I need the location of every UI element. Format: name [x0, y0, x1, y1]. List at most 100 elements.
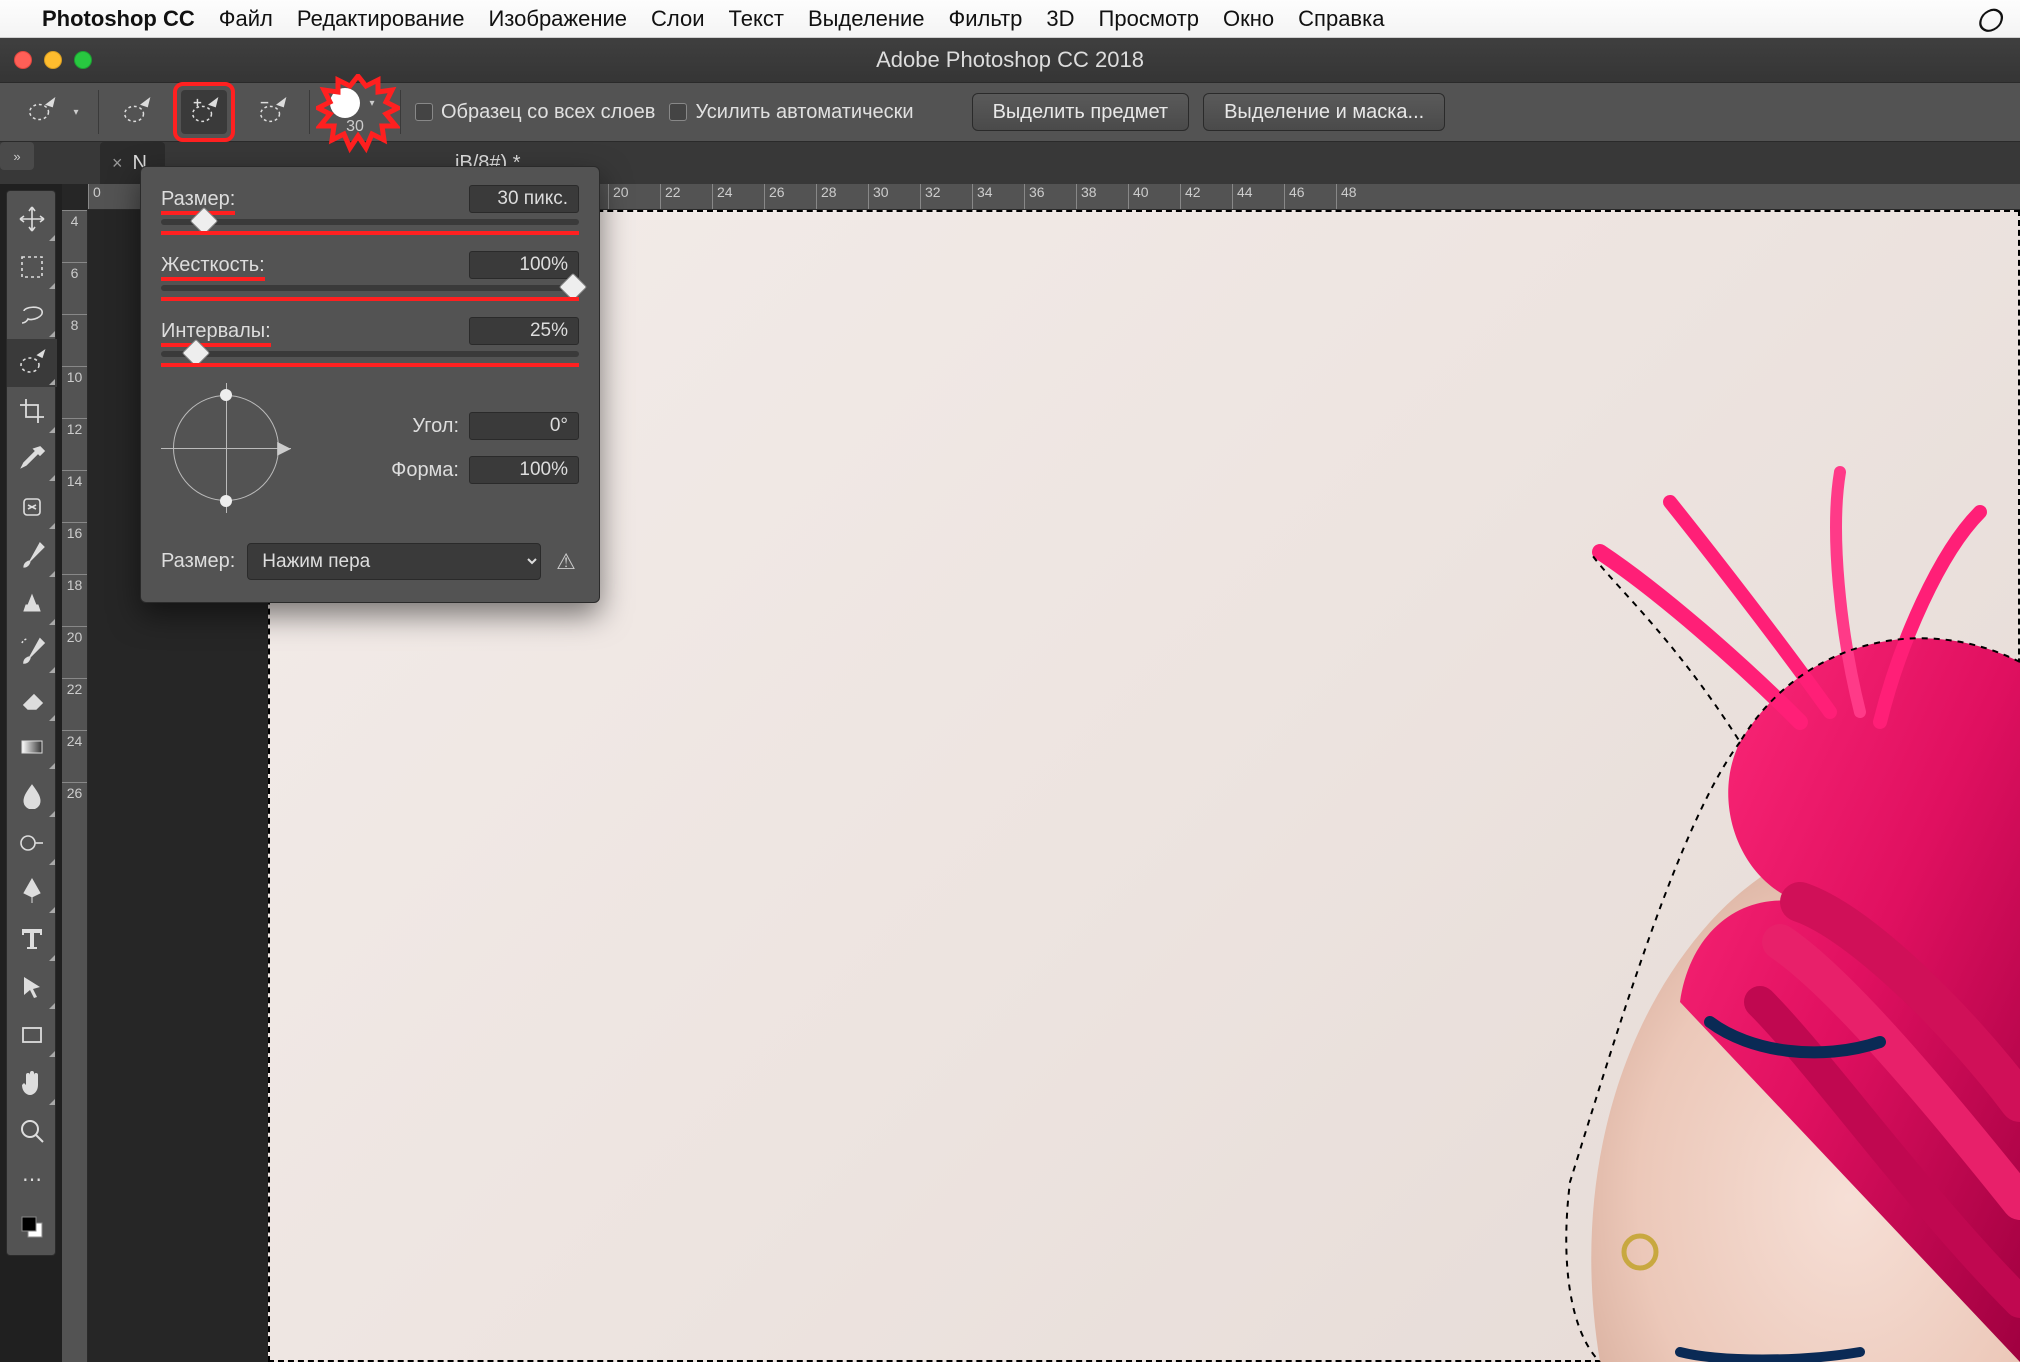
angle-label: Угол: — [412, 415, 459, 438]
menu-view[interactable]: Просмотр — [1099, 6, 1199, 32]
quick-selection-tool[interactable] — [7, 339, 57, 387]
app-name[interactable]: Photoshop CC — [42, 6, 195, 32]
hardness-slider[interactable] — [161, 285, 579, 291]
brush-angle-widget[interactable]: ▶ — [161, 383, 291, 513]
traffic-lights — [14, 51, 92, 69]
add-to-selection-mode[interactable] — [181, 90, 227, 134]
ruler-tick: 22 — [660, 184, 712, 209]
eyedropper-tool[interactable] — [7, 435, 57, 483]
ruler-tick: 20 — [62, 626, 87, 678]
menu-text[interactable]: Текст — [729, 6, 784, 32]
expand-panels-button[interactable]: » — [0, 142, 34, 170]
ruler-tick: 34 — [972, 184, 1024, 209]
type-tool[interactable] — [7, 915, 57, 963]
eraser-tool[interactable] — [7, 675, 57, 723]
auto-enhance-checkbox[interactable]: Усилить автоматически — [669, 101, 913, 124]
brush-preset-picker-highlight: ▾ 30 — [330, 88, 380, 136]
subtract-from-selection-mode[interactable] — [249, 90, 295, 134]
zoom-tool[interactable] — [7, 1107, 57, 1155]
ruler-tick: 18 — [62, 574, 87, 626]
select-subject-button[interactable]: Выделить предмет — [972, 93, 1190, 131]
chevron-down-icon[interactable]: ▾ — [68, 107, 84, 118]
gradient-tool[interactable] — [7, 723, 57, 771]
menu-window[interactable]: Окно — [1223, 6, 1274, 32]
ruler-tick: 48 — [1336, 184, 1388, 209]
ruler-tick: 26 — [62, 782, 87, 834]
brush-settings-popover: Размер: 30 пикс. Жесткость: 100% Интерва… — [140, 166, 600, 603]
cc-cloud-icon[interactable]: ◯ — [1977, 6, 2002, 32]
pen-tool[interactable] — [7, 867, 57, 915]
lasso-tool[interactable] — [7, 291, 57, 339]
dynamics-select[interactable]: Нажим пера — [247, 543, 541, 580]
menu-layers[interactable]: Слои — [651, 6, 705, 32]
options-bar: ▾ ▾ 30 Образец со всех слоев Усилить авт… — [0, 82, 2020, 142]
brush-tool[interactable] — [7, 531, 57, 579]
divider — [309, 90, 310, 134]
ruler-vertical[interactable]: 468101214161820222426 — [62, 210, 88, 1362]
mac-menubar: Photoshop CC Файл Редактирование Изображ… — [0, 0, 2020, 38]
blur-tool[interactable] — [7, 771, 57, 819]
menu-3d[interactable]: 3D — [1046, 6, 1074, 32]
ruler-tick: 32 — [920, 184, 972, 209]
dynamics-label: Размер: — [161, 550, 235, 573]
spacing-slider[interactable] — [161, 351, 579, 357]
foreground-background-colors[interactable] — [7, 1203, 57, 1251]
add-to-selection-highlight — [173, 82, 235, 142]
close-window-button[interactable] — [14, 51, 32, 69]
brush-preview-icon[interactable] — [330, 88, 360, 118]
warning-icon: ⚠ — [553, 549, 579, 575]
crop-tool[interactable] — [7, 387, 57, 435]
ruler-tick: 6 — [62, 262, 87, 314]
menu-help[interactable]: Справка — [1298, 6, 1384, 32]
spacing-input[interactable]: 25% — [469, 317, 579, 345]
path-selection-tool[interactable] — [7, 963, 57, 1011]
ruler-tick: 42 — [1180, 184, 1232, 209]
new-selection-mode[interactable] — [113, 90, 159, 134]
ruler-tick: 36 — [1024, 184, 1076, 209]
window-title: Adobe Photoshop CC 2018 — [0, 47, 2020, 73]
checkbox-icon — [415, 103, 433, 121]
chevron-down-icon[interactable]: ▾ — [364, 98, 380, 109]
clone-stamp-tool[interactable] — [7, 579, 57, 627]
size-slider[interactable] — [161, 219, 579, 225]
brush-size-readout: 30 — [346, 118, 364, 136]
menu-filter[interactable]: Фильтр — [949, 6, 1023, 32]
healing-brush-tool[interactable] — [7, 483, 57, 531]
window-titlebar: Adobe Photoshop CC 2018 — [0, 38, 2020, 82]
ruler-tick: 24 — [62, 730, 87, 782]
size-label: Размер: — [161, 188, 235, 211]
history-brush-tool[interactable] — [7, 627, 57, 675]
current-tool-indicator[interactable]: ▾ — [18, 90, 84, 134]
ruler-tick: 8 — [62, 314, 87, 366]
select-and-mask-button[interactable]: Выделение и маска... — [1203, 93, 1445, 131]
ruler-tick: 14 — [62, 470, 87, 522]
menu-image[interactable]: Изображение — [488, 6, 627, 32]
rectangle-tool[interactable] — [7, 1011, 57, 1059]
marquee-tool[interactable] — [7, 243, 57, 291]
menu-file[interactable]: Файл — [219, 6, 273, 32]
toolbar-more[interactable]: ⋯ — [7, 1155, 57, 1203]
minimize-window-button[interactable] — [44, 51, 62, 69]
divider — [98, 90, 99, 134]
ruler-tick: 12 — [62, 418, 87, 470]
zoom-window-button[interactable] — [74, 51, 92, 69]
hand-tool[interactable] — [7, 1059, 57, 1107]
ruler-tick: 24 — [712, 184, 764, 209]
menu-select[interactable]: Выделение — [808, 6, 925, 32]
move-tool[interactable] — [7, 195, 57, 243]
size-input[interactable]: 30 пикс. — [469, 185, 579, 213]
ruler-tick: 20 — [608, 184, 660, 209]
ruler-tick: 22 — [62, 678, 87, 730]
dodge-tool[interactable] — [7, 819, 57, 867]
hardness-input[interactable]: 100% — [469, 251, 579, 279]
shape-input[interactable]: 100% — [469, 456, 579, 484]
angle-input[interactable]: 0° — [469, 412, 579, 440]
ruler-tick: 0 — [88, 184, 140, 209]
shape-label: Форма: — [391, 459, 459, 482]
sample-all-layers-checkbox[interactable]: Образец со всех слоев — [415, 101, 655, 124]
menu-edit[interactable]: Редактирование — [297, 6, 465, 32]
spacing-label: Интервалы: — [161, 320, 271, 343]
close-tab-icon[interactable]: × — [112, 153, 123, 174]
divider — [400, 90, 401, 134]
ruler-tick: 4 — [62, 210, 87, 262]
